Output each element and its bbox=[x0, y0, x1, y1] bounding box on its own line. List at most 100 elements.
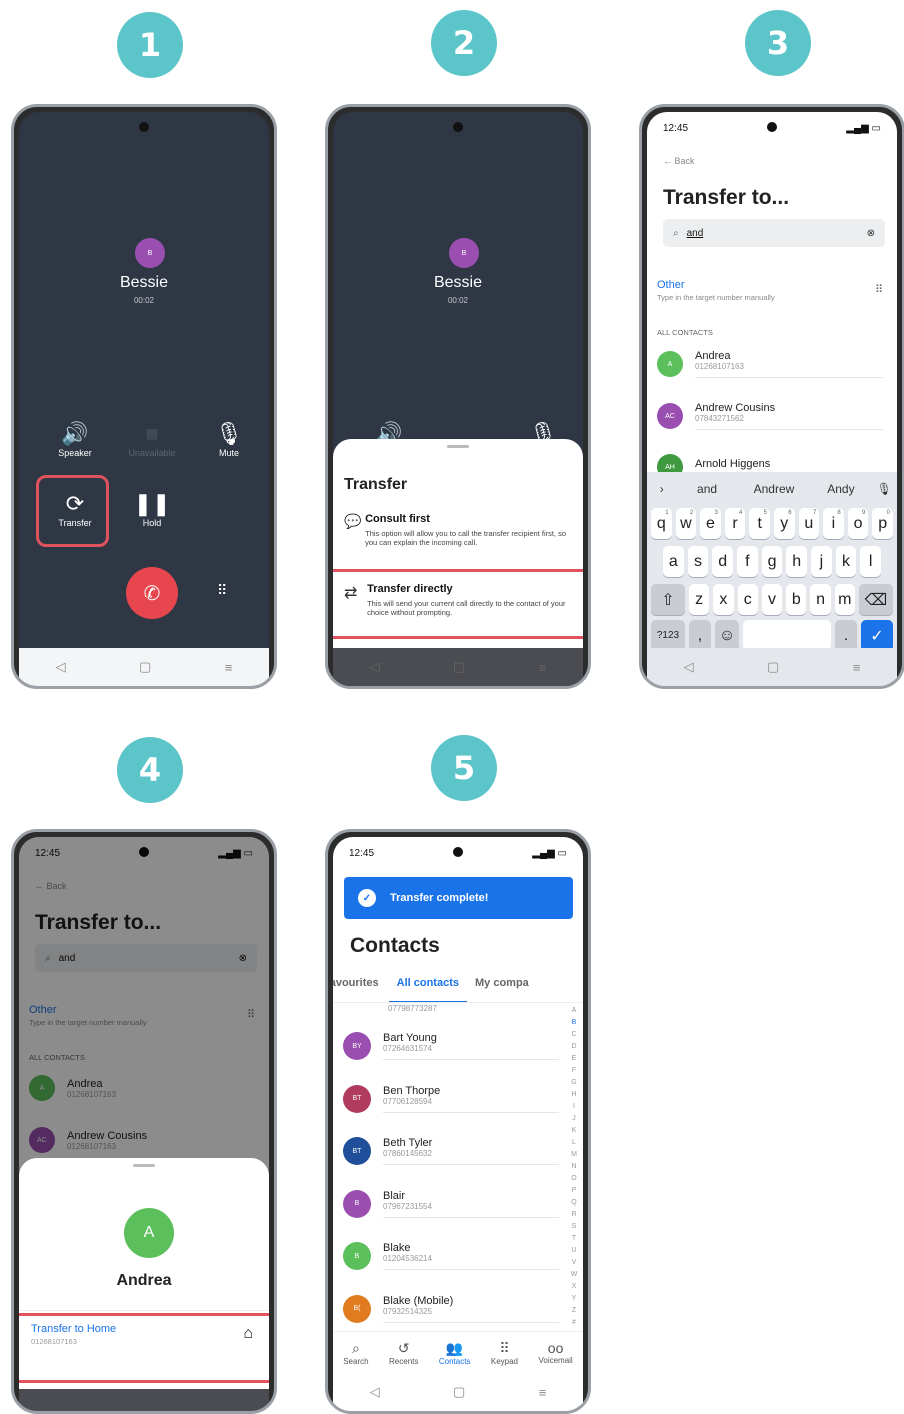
key-i[interactable]: i8 bbox=[823, 508, 844, 539]
alphabet-letter[interactable]: W bbox=[569, 1269, 579, 1281]
nav-voicemail[interactable]: oo Voicemail bbox=[538, 1340, 572, 1365]
key-v[interactable]: v bbox=[761, 584, 783, 615]
keypad-icon[interactable]: ⠿ bbox=[217, 582, 227, 599]
alphabet-index[interactable]: A B C D E F G H I J K L M N O P Q R S T U V W X Y Z # bbox=[569, 1005, 579, 1329]
key-r[interactable]: r4 bbox=[724, 508, 746, 539]
alphabet-letter[interactable]: C bbox=[569, 1029, 579, 1041]
clear-icon[interactable]: ⊗ bbox=[867, 228, 875, 239]
key-e[interactable]: e3 bbox=[700, 508, 721, 539]
tab-favourites[interactable]: Favourites bbox=[333, 977, 389, 1002]
alphabet-letter[interactable]: S bbox=[569, 1221, 579, 1233]
alphabet-letter[interactable]: N bbox=[569, 1161, 579, 1173]
sheet-handle[interactable] bbox=[447, 445, 469, 448]
key-k[interactable]: k bbox=[835, 546, 857, 577]
key-p[interactable]: p0 bbox=[872, 508, 893, 539]
alphabet-letter[interactable]: J bbox=[569, 1113, 579, 1125]
key-t[interactable]: t5 bbox=[749, 508, 770, 539]
key-b[interactable]: b bbox=[786, 584, 807, 615]
back-nav-icon[interactable]: ◁ bbox=[684, 659, 694, 675]
back-nav-icon[interactable]: ◁ bbox=[56, 659, 66, 675]
home-nav-icon[interactable]: ▢ bbox=[767, 659, 779, 675]
key-m[interactable]: m bbox=[834, 584, 855, 615]
tab-all-contacts[interactable]: All contacts bbox=[388, 977, 467, 1002]
consult-first-option[interactable]: 💬 Consult first This option will allow yo… bbox=[344, 513, 573, 547]
key-o[interactable]: o9 bbox=[847, 508, 869, 539]
alphabet-letter[interactable]: D bbox=[569, 1041, 579, 1053]
dialpad-icon[interactable]: ⠿ bbox=[875, 283, 883, 296]
home-nav-icon[interactable]: ▢ bbox=[139, 659, 151, 675]
list-item[interactable]: BY Bart Young 07264631574 bbox=[343, 1032, 559, 1060]
mute-button[interactable]: 🎙 Mute bbox=[199, 420, 259, 458]
alphabet-letter[interactable]: L bbox=[569, 1137, 579, 1149]
shift-key[interactable]: ⇧ bbox=[651, 584, 685, 615]
menu-nav-icon[interactable]: ≡ bbox=[225, 660, 233, 675]
end-call-button[interactable]: ✆ bbox=[126, 567, 178, 619]
alphabet-letter[interactable]: U bbox=[569, 1245, 579, 1257]
speaker-button[interactable]: 🔊 Speaker bbox=[45, 420, 105, 458]
hold-button[interactable]: ❚❚ Hold bbox=[122, 490, 182, 528]
back-nav-icon[interactable]: ◁ bbox=[370, 1384, 380, 1400]
alphabet-letter[interactable]: F bbox=[569, 1065, 579, 1077]
key-n[interactable]: n bbox=[810, 584, 831, 615]
home-nav-icon[interactable]: ▢ bbox=[453, 659, 465, 675]
alphabet-letter[interactable]: Y bbox=[569, 1293, 579, 1305]
back-link[interactable]: ← Back bbox=[663, 156, 695, 166]
alphabet-letter[interactable]: V bbox=[569, 1257, 579, 1269]
alphabet-letter[interactable]: A bbox=[569, 1005, 579, 1017]
suggestion-3[interactable]: Andy bbox=[810, 482, 871, 496]
list-item[interactable]: AC Andrew Cousins 07843271562 bbox=[657, 402, 883, 430]
list-item[interactable]: B Blake 01204536214 bbox=[343, 1242, 559, 1270]
emoji-key[interactable]: ☺ bbox=[715, 620, 739, 651]
mic-icon[interactable]: 🎙 bbox=[871, 482, 897, 496]
enter-key[interactable]: ✓ bbox=[861, 620, 893, 651]
alphabet-letter[interactable]: X bbox=[569, 1281, 579, 1293]
alphabet-letter[interactable]: Z bbox=[569, 1305, 579, 1317]
key-w[interactable]: w2 bbox=[675, 508, 697, 539]
symbols-key[interactable]: ?123 bbox=[651, 620, 685, 651]
search-input[interactable]: ⌕ and ⊗ bbox=[663, 219, 885, 247]
space-key[interactable] bbox=[743, 620, 831, 651]
alphabet-letter[interactable]: # bbox=[569, 1317, 579, 1329]
key-u[interactable]: u7 bbox=[798, 508, 820, 539]
key-g[interactable]: g bbox=[761, 546, 783, 577]
key-j[interactable]: j bbox=[811, 546, 832, 577]
menu-nav-icon[interactable]: ≡ bbox=[539, 660, 547, 675]
alphabet-letter[interactable]: Q bbox=[569, 1197, 579, 1209]
alphabet-letter[interactable]: I bbox=[569, 1101, 579, 1113]
comma-key[interactable]: , bbox=[689, 620, 711, 651]
key-x[interactable]: x bbox=[713, 584, 734, 615]
key-q[interactable]: q1 bbox=[651, 508, 672, 539]
alphabet-letter[interactable]: B bbox=[569, 1017, 579, 1029]
alphabet-letter[interactable]: E bbox=[569, 1053, 579, 1065]
other-option[interactable]: Other Type in the target number manually… bbox=[657, 279, 887, 302]
alphabet-letter[interactable]: R bbox=[569, 1209, 579, 1221]
alphabet-letter[interactable]: P bbox=[569, 1185, 579, 1197]
list-item[interactable]: B Blair 07967231554 bbox=[343, 1189, 559, 1218]
menu-nav-icon[interactable]: ≡ bbox=[853, 660, 861, 675]
nav-keypad[interactable]: ⠿ Keypad bbox=[491, 1340, 518, 1366]
alphabet-letter[interactable]: G bbox=[569, 1077, 579, 1089]
backspace-key[interactable]: ⌫ bbox=[858, 584, 893, 615]
nav-recents[interactable]: ↺ Recents bbox=[389, 1340, 418, 1366]
home-nav-icon[interactable]: ▢ bbox=[453, 1384, 465, 1400]
suggestion-1[interactable]: and bbox=[677, 482, 738, 496]
key-f[interactable]: f bbox=[737, 546, 758, 577]
suggestion-2[interactable]: Andrew bbox=[738, 482, 811, 496]
list-item[interactable]: BT Beth Tyler 07860145632 bbox=[343, 1137, 559, 1165]
alphabet-letter[interactable]: H bbox=[569, 1089, 579, 1101]
key-c[interactable]: c bbox=[737, 584, 758, 615]
key-y[interactable]: y6 bbox=[773, 508, 795, 539]
alphabet-letter[interactable]: T bbox=[569, 1233, 579, 1245]
menu-nav-icon[interactable]: ≡ bbox=[539, 1385, 547, 1400]
sheet-handle[interactable] bbox=[133, 1164, 155, 1167]
alphabet-letter[interactable]: O bbox=[569, 1173, 579, 1185]
list-item[interactable]: B(Blake (Mobile) 07932514325 bbox=[343, 1294, 559, 1323]
key-l[interactable]: l bbox=[860, 546, 882, 577]
back-nav-icon[interactable]: ◁ bbox=[370, 659, 380, 675]
period-key[interactable]: . bbox=[835, 620, 857, 651]
key-s[interactable]: s bbox=[687, 546, 709, 577]
alphabet-letter[interactable]: K bbox=[569, 1125, 579, 1137]
nav-search[interactable]: ⌕ Search bbox=[343, 1340, 368, 1366]
expand-icon[interactable]: › bbox=[647, 482, 677, 496]
key-a[interactable]: a bbox=[663, 546, 684, 577]
